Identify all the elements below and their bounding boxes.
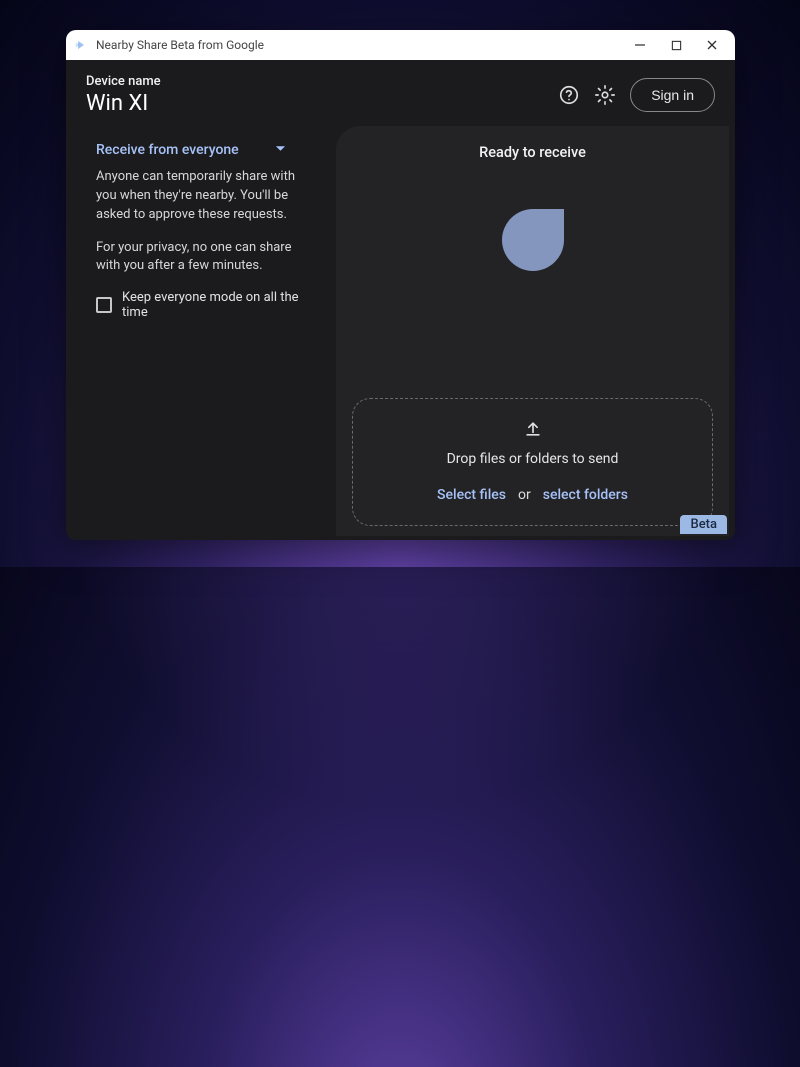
keep-everyone-checkbox-label: Keep everyone mode on all the time [122, 290, 318, 320]
gear-icon[interactable] [594, 84, 616, 106]
select-row: Select files or select folders [437, 487, 628, 503]
right-panel: Ready to receive Drop files or folders t… [336, 126, 729, 536]
content: Receive from everyone Anyone can tempora… [66, 126, 735, 540]
receive-description-1: Anyone can temporarily share with you wh… [96, 168, 316, 225]
drop-zone[interactable]: Drop files or folders to send Select fil… [352, 398, 713, 526]
keep-everyone-checkbox-row: Keep everyone mode on all the time [96, 290, 318, 320]
header: Device name Win XI Sign in [66, 60, 735, 126]
ready-to-receive-label: Ready to receive [479, 144, 586, 161]
receive-mode-dropdown[interactable]: Receive from everyone [96, 138, 286, 168]
header-actions: Sign in [558, 78, 715, 112]
chevron-down-icon [275, 142, 286, 158]
minimize-button[interactable] [633, 38, 647, 52]
left-panel: Receive from everyone Anyone can tempora… [66, 126, 336, 536]
select-folders-link[interactable]: select folders [543, 487, 628, 503]
keep-everyone-checkbox[interactable] [96, 297, 112, 313]
close-button[interactable] [705, 38, 719, 52]
receive-description-2: For your privacy, no one can share with … [96, 239, 316, 277]
upload-icon [523, 419, 543, 443]
or-text: or [518, 487, 531, 503]
window-title: Nearby Share Beta from Google [96, 38, 633, 52]
app-window: Nearby Share Beta from Google Device nam… [66, 30, 735, 540]
maximize-button[interactable] [669, 38, 683, 52]
receive-mode-label: Receive from everyone [96, 142, 239, 158]
app-body: Device name Win XI Sign in Receive from … [66, 60, 735, 540]
select-files-link[interactable]: Select files [437, 487, 506, 503]
device-name-block: Device name Win XI [86, 74, 161, 116]
device-name-label: Device name [86, 74, 161, 89]
device-name-value: Win XI [86, 91, 161, 116]
signin-button[interactable]: Sign in [630, 78, 715, 112]
device-avatar-icon [502, 209, 564, 271]
help-icon[interactable] [558, 84, 580, 106]
app-icon [74, 38, 88, 52]
drop-zone-label: Drop files or folders to send [447, 451, 619, 467]
window-controls [633, 38, 727, 52]
beta-badge: Beta [680, 515, 727, 534]
titlebar: Nearby Share Beta from Google [66, 30, 735, 60]
